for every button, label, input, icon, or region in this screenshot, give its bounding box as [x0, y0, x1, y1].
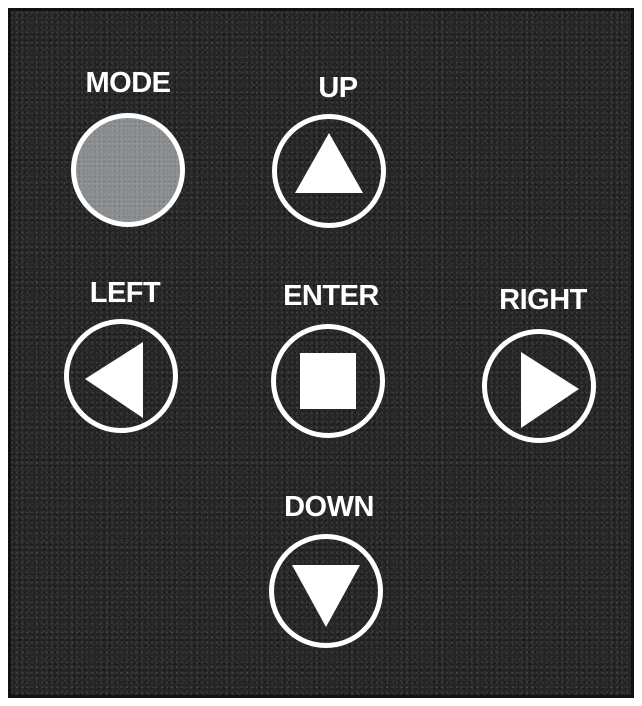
enter-label: ENTER	[283, 280, 379, 312]
triangle-right-icon	[521, 352, 579, 428]
right-button[interactable]	[482, 329, 596, 443]
up-button[interactable]	[272, 114, 386, 228]
keypad-panel: MODE UP LEFT ENTER RIGHT DOWN	[8, 8, 634, 698]
mode-label: MODE	[85, 67, 172, 99]
square-stop-icon	[300, 353, 356, 409]
left-button[interactable]	[64, 319, 178, 433]
triangle-up-icon	[295, 133, 363, 193]
down-label: DOWN	[284, 491, 374, 523]
up-label: UP	[318, 72, 358, 104]
triangle-down-icon	[292, 565, 360, 627]
down-button[interactable]	[269, 534, 383, 648]
mode-button[interactable]	[71, 113, 185, 227]
triangle-left-icon	[85, 342, 143, 418]
left-label: LEFT	[89, 277, 161, 309]
enter-button[interactable]	[271, 324, 385, 438]
right-label: RIGHT	[499, 284, 587, 316]
